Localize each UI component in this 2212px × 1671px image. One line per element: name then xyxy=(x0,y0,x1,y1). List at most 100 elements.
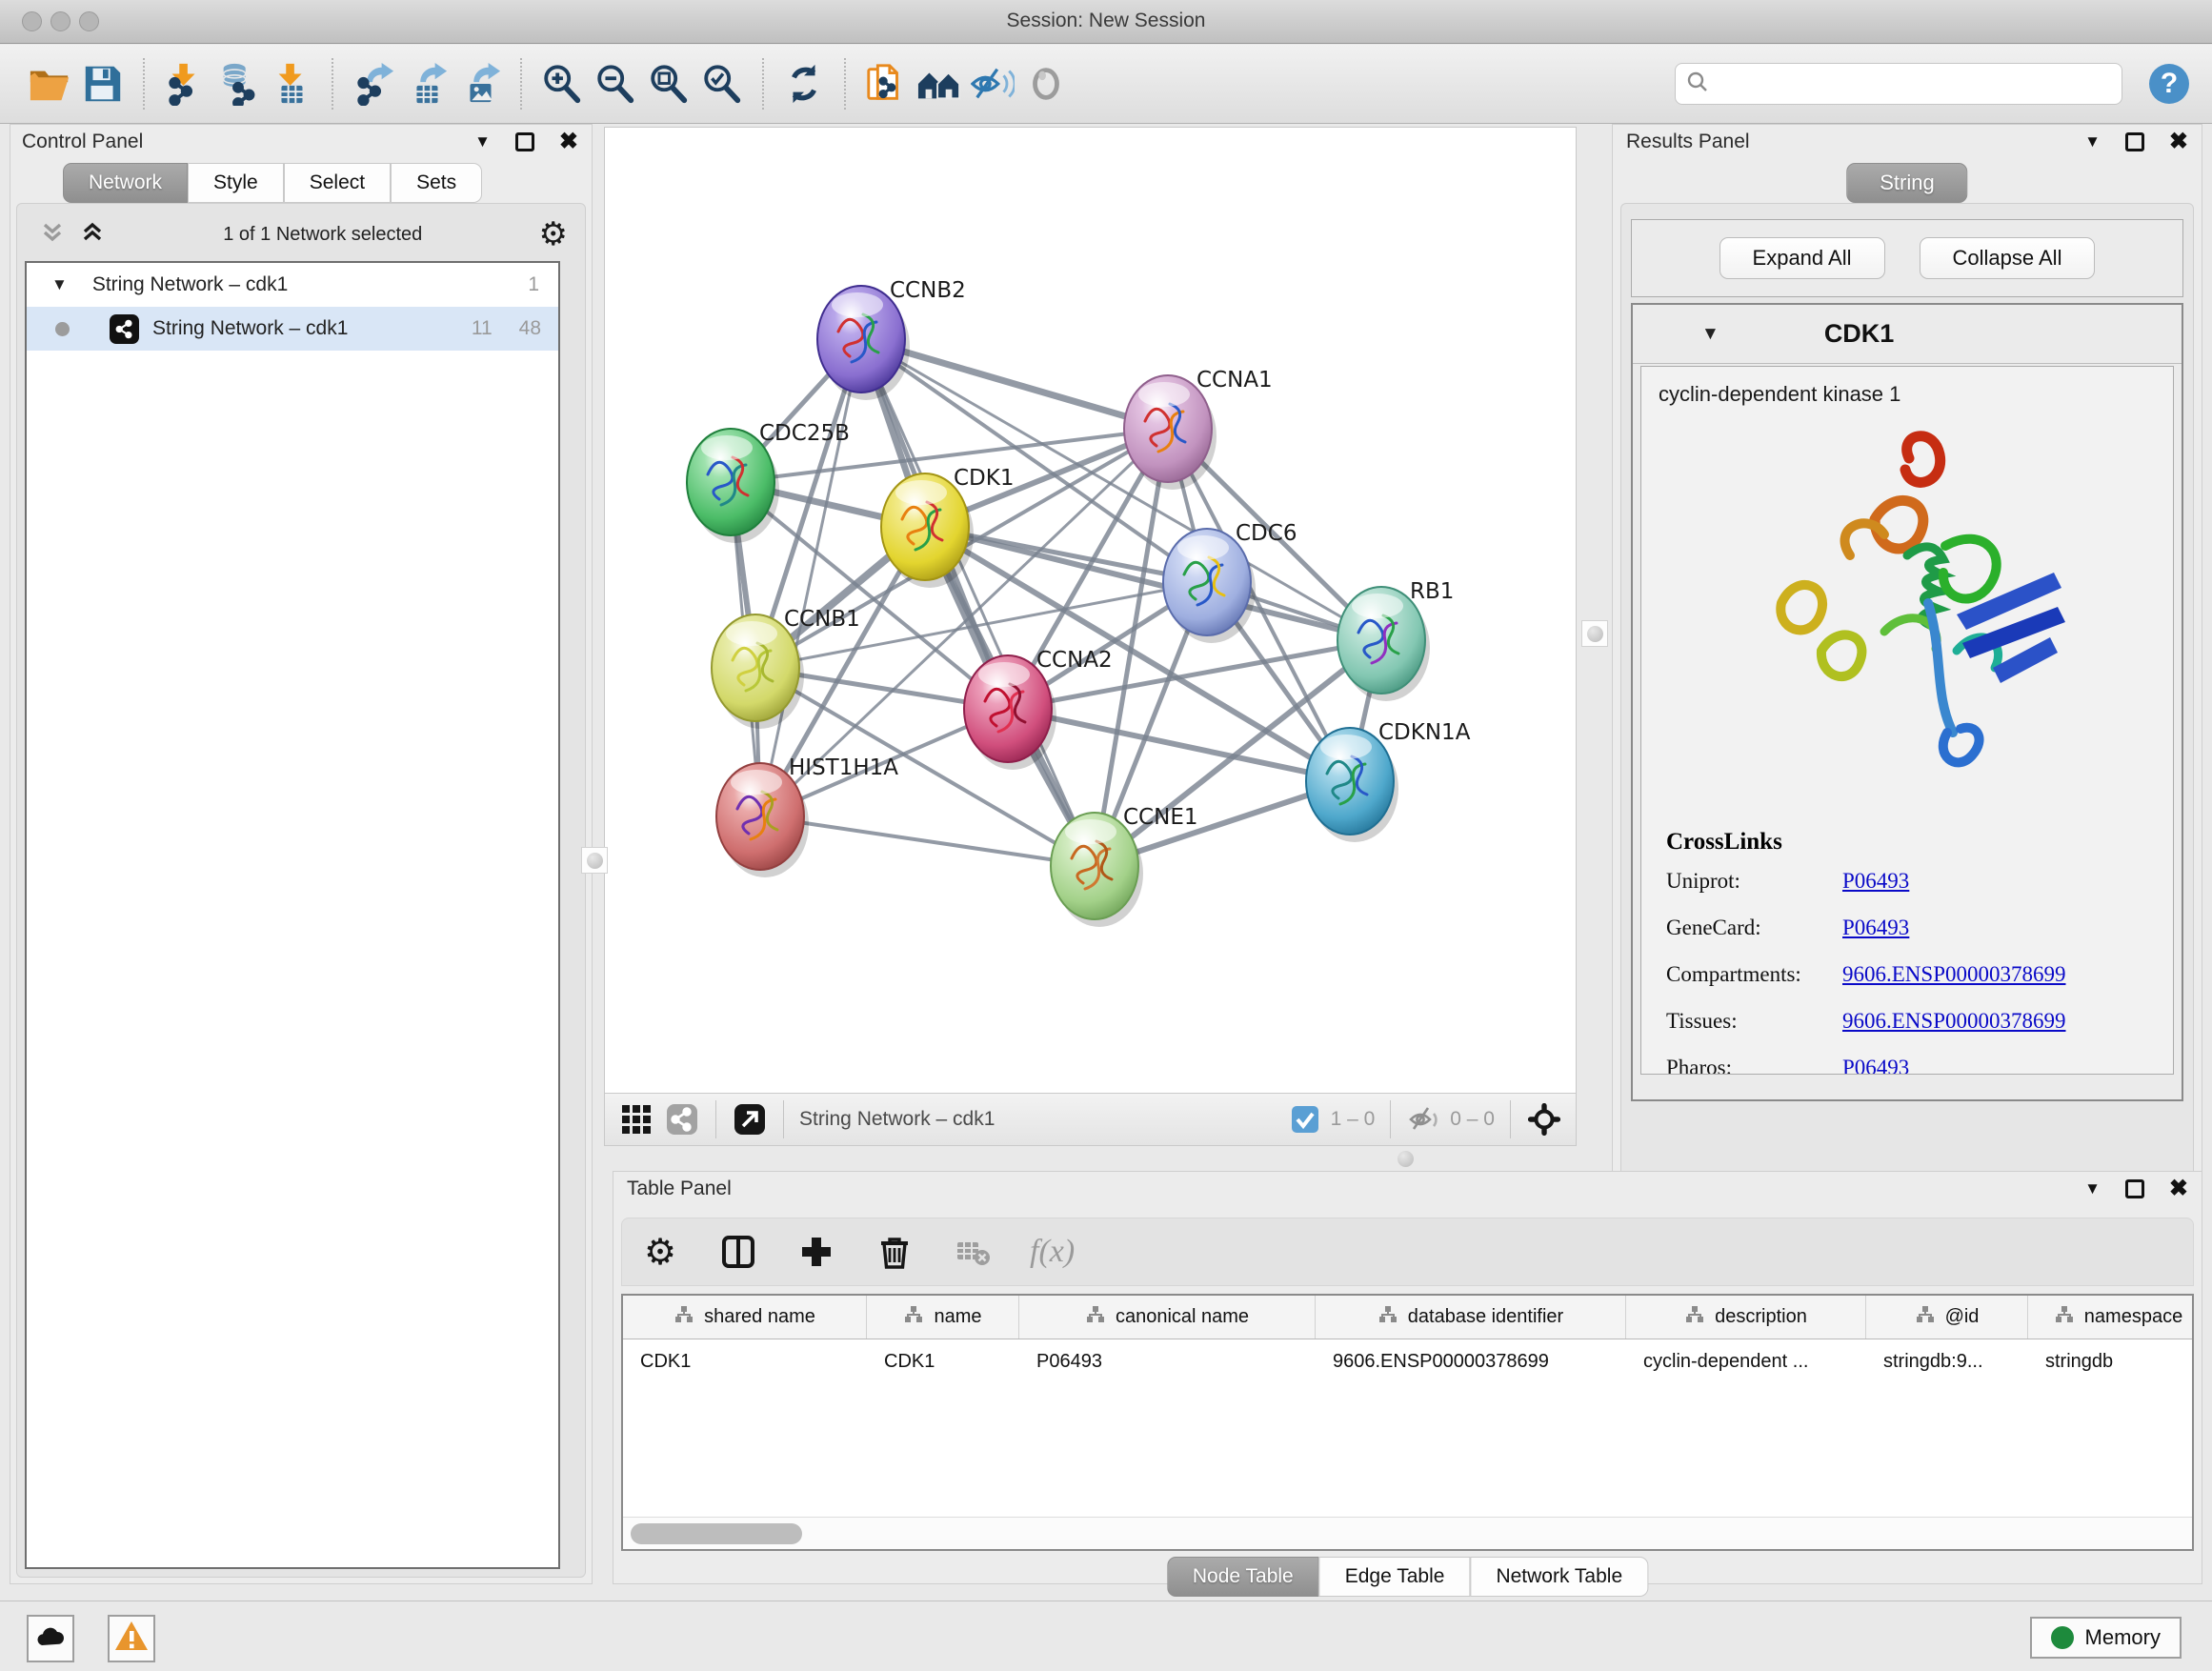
network-collection-row[interactable]: ▼ String Network – cdk1 1 xyxy=(27,263,558,307)
zoom-fit-icon[interactable] xyxy=(642,57,695,111)
search-input[interactable] xyxy=(1710,73,2112,95)
crosslink-link[interactable]: P06493 xyxy=(1842,1056,1909,1075)
collapse-all-networks-icon[interactable] xyxy=(38,218,67,252)
tab-network-table[interactable]: Network Table xyxy=(1470,1557,1648,1597)
table-panel-collapse-icon[interactable]: ▼ xyxy=(2084,1179,2101,1198)
export-image-icon[interactable] xyxy=(453,57,507,111)
import-database-icon[interactable] xyxy=(211,57,265,111)
memory-button[interactable]: Memory xyxy=(2030,1617,2182,1659)
warnings-button[interactable] xyxy=(108,1615,155,1662)
horizontal-splitter-handle[interactable] xyxy=(1398,1151,1414,1167)
open-session-icon[interactable] xyxy=(23,57,76,111)
crosslink-link[interactable]: 9606.ENSP00000378699 xyxy=(1842,1009,2066,1034)
add-column-icon[interactable] xyxy=(795,1231,837,1273)
crosslink-row: Uniprot:P06493 xyxy=(1666,869,2173,894)
network-options-gear-icon[interactable]: ⚙ xyxy=(539,218,568,251)
node-CCNE1[interactable]: CCNE1 xyxy=(1051,805,1198,927)
show-columns-icon[interactable] xyxy=(717,1231,759,1273)
results-panel-close-icon[interactable]: ✖ xyxy=(2169,132,2188,151)
node-label-CDKN1A: CDKN1A xyxy=(1378,720,1471,745)
tab-network[interactable]: Network xyxy=(63,163,188,203)
column-header--id[interactable]: @id xyxy=(1866,1296,2028,1339)
search-box[interactable] xyxy=(1675,63,2122,105)
edge-CCNB2-CCNE1[interactable] xyxy=(861,339,1095,866)
scrollbar-thumb[interactable] xyxy=(631,1523,802,1544)
refresh-icon[interactable] xyxy=(777,57,831,111)
crosslink-link[interactable]: 9606.ENSP00000378699 xyxy=(1842,962,2066,987)
column-header-shared-name[interactable]: shared name xyxy=(623,1296,867,1339)
column-label: @id xyxy=(1945,1306,1980,1328)
results-panel-float-icon[interactable] xyxy=(2125,132,2144,151)
string-view-icon[interactable] xyxy=(664,1101,700,1137)
function-builder-icon[interactable]: f(x) xyxy=(1030,1234,1075,1270)
crosslink-link[interactable]: P06493 xyxy=(1842,869,1909,894)
delete-column-icon[interactable] xyxy=(874,1231,915,1273)
export-network-icon[interactable] xyxy=(347,57,400,111)
cdk1-section-header[interactable]: ▼ CDK1 xyxy=(1633,305,2182,364)
string-document-icon[interactable] xyxy=(859,57,913,111)
node-CDC6[interactable]: CDC6 xyxy=(1163,521,1297,643)
birds-eye-view-icon[interactable] xyxy=(732,1101,768,1137)
table-panel-close-icon[interactable]: ✖ xyxy=(2169,1179,2188,1198)
home-icon[interactable] xyxy=(913,57,966,111)
section-expander-icon[interactable]: ▼ xyxy=(1701,324,1719,345)
column-header-namespace[interactable]: namespace xyxy=(2028,1296,2194,1339)
export-table-icon[interactable] xyxy=(400,57,453,111)
column-type-icon xyxy=(903,1304,924,1331)
network-canvas[interactable]: CCNB2CCNA1CDC25BCDK1CDC6RB1CCNB1CCNA2CDK… xyxy=(604,127,1577,1094)
zoom-out-icon[interactable] xyxy=(589,57,642,111)
column-header-database-identifier[interactable]: database identifier xyxy=(1316,1296,1626,1339)
expand-all-networks-icon[interactable] xyxy=(78,218,107,252)
edge-HIST1H1A-CCNE1[interactable] xyxy=(760,816,1095,866)
network-row-selected[interactable]: String Network – cdk1 11 48 xyxy=(27,307,558,351)
node-CDC25B[interactable]: CDC25B xyxy=(687,421,850,543)
zoom-in-icon[interactable] xyxy=(535,57,589,111)
memory-status-dot xyxy=(2051,1626,2074,1649)
tree-expander-icon[interactable]: ▼ xyxy=(51,275,68,294)
edge-CCNA2-CDKN1A[interactable] xyxy=(1008,709,1350,781)
selected-checkbox-icon[interactable] xyxy=(1287,1101,1323,1137)
expand-all-button[interactable]: Expand All xyxy=(1719,237,1885,279)
results-panel-collapse-icon[interactable]: ▼ xyxy=(2084,132,2101,151)
hidden-eye-icon[interactable] xyxy=(1406,1101,1442,1137)
node-CDKN1A[interactable]: CDKN1A xyxy=(1306,720,1471,842)
column-header-name[interactable]: name xyxy=(867,1296,1019,1339)
import-table-icon[interactable] xyxy=(265,57,318,111)
import-network-icon[interactable] xyxy=(158,57,211,111)
tab-edge-table[interactable]: Edge Table xyxy=(1319,1557,1471,1597)
node-CCNA2[interactable]: CCNA2 xyxy=(964,648,1113,770)
zoom-selected-icon[interactable] xyxy=(695,57,749,111)
table-settings-gear-icon[interactable]: ⚙ xyxy=(639,1231,681,1273)
grid-view-icon[interactable] xyxy=(618,1101,654,1137)
node-CCNB1[interactable]: CCNB1 xyxy=(712,607,860,729)
crosslink-label: Compartments: xyxy=(1666,962,1842,987)
column-header-description[interactable]: description xyxy=(1626,1296,1866,1339)
delete-table-icon[interactable] xyxy=(952,1231,994,1273)
tab-string[interactable]: String xyxy=(1846,163,1967,203)
hide-eye-icon[interactable] xyxy=(966,57,1019,111)
tab-node-table[interactable]: Node Table xyxy=(1167,1557,1319,1597)
control-panel-collapse-icon[interactable]: ▼ xyxy=(474,132,491,151)
node-CCNA1[interactable]: CCNA1 xyxy=(1124,368,1273,490)
tab-style[interactable]: Style xyxy=(188,163,284,203)
show-eye-icon[interactable] xyxy=(1019,57,1073,111)
table-horizontal-scrollbar[interactable] xyxy=(623,1517,2192,1549)
tab-select[interactable]: Select xyxy=(284,163,391,203)
crosslink-link[interactable]: P06493 xyxy=(1842,916,1909,940)
column-header-canonical-name[interactable]: canonical name xyxy=(1019,1296,1316,1339)
tab-sets[interactable]: Sets xyxy=(391,163,482,203)
node-HIST1H1A[interactable]: HIST1H1A xyxy=(716,755,898,877)
save-session-icon[interactable] xyxy=(76,57,130,111)
node-RB1[interactable]: RB1 xyxy=(1337,579,1454,701)
left-splitter-handle[interactable] xyxy=(581,847,608,874)
node-CCNB2[interactable]: CCNB2 xyxy=(817,278,966,400)
control-panel-close-icon[interactable]: ✖ xyxy=(559,132,578,151)
table-panel-float-icon[interactable] xyxy=(2125,1179,2144,1198)
right-splitter-handle[interactable] xyxy=(1581,620,1608,647)
crosshair-navigate-icon[interactable] xyxy=(1526,1101,1562,1137)
help-icon[interactable]: ? xyxy=(2149,64,2189,104)
cloud-button[interactable] xyxy=(27,1615,74,1662)
table-row[interactable]: CDK1CDK1P064939606.ENSP00000378699cyclin… xyxy=(623,1339,2192,1383)
collapse-all-button[interactable]: Collapse All xyxy=(1920,237,2096,279)
control-panel-float-icon[interactable] xyxy=(515,132,534,151)
